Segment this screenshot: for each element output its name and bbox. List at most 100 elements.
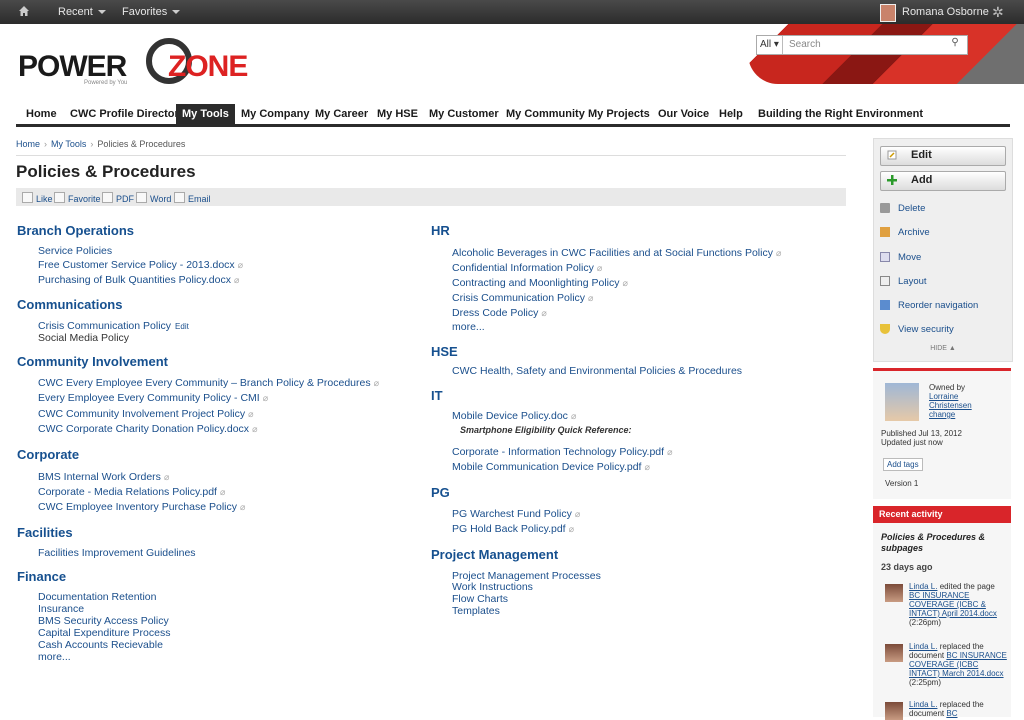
list-item[interactable]: Facilities Improvement Guidelines [38, 547, 196, 559]
list-item[interactable]: Cash Accounts Recievable [38, 639, 163, 651]
edit-link[interactable]: Edit [175, 322, 189, 331]
like-button[interactable]: Like [22, 192, 53, 204]
list-item[interactable]: Corporate - Information Technology Polic… [452, 446, 672, 458]
more-link[interactable]: more... [452, 321, 485, 333]
list-item[interactable]: Dress Code Policy ⌀ [452, 307, 547, 319]
nav-home[interactable]: Home [26, 104, 57, 124]
nav-my-community[interactable]: My Community [506, 104, 585, 124]
view-security-action[interactable]: View security [880, 324, 954, 335]
list-item[interactable]: Capital Expenditure Process [38, 627, 171, 639]
list-item[interactable]: BMS Internal Work Orders ⌀ [38, 471, 169, 483]
edit-button[interactable]: Edit [880, 146, 1006, 166]
list-item[interactable]: Crisis Communication Policy ⌀ [452, 292, 593, 304]
list-item[interactable]: Mobile Communication Device Policy.pdf ⌀ [452, 461, 650, 473]
list-item[interactable]: Free Customer Service Policy - 2013.docx… [38, 259, 243, 271]
list-item[interactable]: Every Employee Every Community Policy - … [38, 392, 268, 404]
section-community-involvement[interactable]: Community Involvement [17, 354, 168, 369]
archive-action[interactable]: Archive [880, 227, 930, 238]
pencil-icon [887, 150, 897, 160]
activity-user-link[interactable]: Linda L. [909, 700, 937, 709]
delete-action[interactable]: Delete [880, 203, 925, 214]
list-item[interactable]: Mobile Device Policy.doc ⌀ [452, 410, 576, 422]
list-item[interactable]: CWC Corporate Charity Donation Policy.do… [38, 423, 257, 435]
list-item[interactable]: Crisis Communication Policy Edit [38, 320, 189, 332]
nav-building-right-environment[interactable]: Building the Right Environment [758, 104, 923, 124]
nav-our-voice[interactable]: Our Voice [658, 104, 709, 124]
section-branch-operations[interactable]: Branch Operations [17, 223, 134, 238]
search-scope-select[interactable]: All ▾ [757, 36, 783, 54]
list-item[interactable]: CWC Community Involvement Project Policy… [38, 408, 254, 420]
list-item[interactable]: Templates [452, 605, 500, 617]
main-nav: Home CWC Profile Directory My Tools My C… [16, 104, 1010, 124]
more-link[interactable]: more... [38, 651, 71, 663]
search-scope-label: All [760, 39, 772, 50]
gear-icon[interactable]: ✲ [992, 4, 1004, 21]
powerzone-logo[interactable]: POWER ZONE Powered by You [18, 38, 248, 88]
list-item[interactable]: PG Warchest Fund Policy ⌀ [452, 508, 580, 520]
section-project-management[interactable]: Project Management [431, 547, 558, 562]
user-avatar[interactable] [880, 4, 896, 22]
list-item[interactable]: Insurance [38, 603, 84, 615]
section-it[interactable]: IT [431, 388, 443, 403]
breadcrumb-my-tools[interactable]: My Tools [51, 139, 86, 149]
search-input[interactable]: Search [789, 39, 821, 50]
user-avatar[interactable] [885, 584, 903, 602]
section-pg[interactable]: PG [431, 485, 450, 500]
add-button[interactable]: Add [880, 171, 1006, 191]
add-tags-button[interactable]: Add tags [883, 458, 923, 471]
list-item[interactable]: Alcoholic Beverages in CWC Facilities an… [452, 247, 781, 259]
favorites-menu[interactable]: Favorites [122, 6, 181, 18]
nav-my-hse[interactable]: My HSE [377, 104, 418, 124]
owner-avatar[interactable] [885, 383, 919, 421]
activity-target-link[interactable]: BC INSURANCE COVERAGE (ICBC & INTACT) Ap… [909, 591, 997, 618]
nav-my-company[interactable]: My Company [241, 104, 309, 124]
list-item[interactable]: Corporate - Media Relations Policy.pdf ⌀ [38, 486, 225, 498]
nav-my-projects[interactable]: My Projects [588, 104, 650, 124]
nav-cwc-profile-directory[interactable]: CWC Profile Directory [70, 104, 185, 124]
hide-panel-toggle[interactable]: HIDE ▲ [874, 345, 1012, 352]
nav-help[interactable]: Help [719, 104, 743, 124]
layout-action[interactable]: Layout [880, 276, 927, 287]
list-item[interactable]: Confidential Information Policy ⌀ [452, 262, 602, 274]
reorder-navigation-action[interactable]: Reorder navigation [880, 300, 978, 311]
user-name[interactable]: Romana Osborne [902, 6, 989, 18]
move-action[interactable]: Move [880, 252, 921, 263]
activity-user-link[interactable]: Linda L. [909, 582, 937, 591]
list-item[interactable]: CWC Employee Inventory Purchase Policy ⌀ [38, 501, 245, 513]
owner-name-link[interactable]: Lorraine Christensen [929, 392, 972, 410]
list-item[interactable]: Documentation Retention [38, 591, 157, 603]
activity-action: edited the page [939, 582, 995, 591]
section-finance[interactable]: Finance [17, 569, 66, 584]
nav-my-career[interactable]: My Career [315, 104, 368, 124]
word-button[interactable]: Word [136, 192, 171, 204]
nav-my-customer[interactable]: My Customer [429, 104, 499, 124]
change-owner-link[interactable]: change [929, 410, 955, 419]
section-corporate[interactable]: Corporate [17, 447, 79, 462]
list-item[interactable]: Work Instructions [452, 581, 533, 593]
user-avatar[interactable] [885, 702, 903, 720]
list-item[interactable]: BMS Security Access Policy [38, 615, 169, 627]
breadcrumb-home[interactable]: Home [16, 139, 40, 149]
link-label: Every Employee Every Community Policy - … [38, 392, 260, 404]
nav-my-tools[interactable]: My Tools [176, 104, 235, 124]
section-facilities[interactable]: Facilities [17, 525, 73, 540]
email-button[interactable]: Email [174, 192, 211, 204]
section-hr[interactable]: HR [431, 223, 450, 238]
recent-menu[interactable]: Recent [58, 6, 106, 18]
section-hse[interactable]: HSE [431, 344, 458, 359]
search-icon[interactable]: ⚲ [947, 37, 963, 51]
list-item[interactable]: Contracting and Moonlighting Policy ⌀ [452, 277, 628, 289]
list-item[interactable]: Purchasing of Bulk Quantities Policy.doc… [38, 274, 239, 286]
envelope-icon [174, 192, 185, 203]
activity-user-link[interactable]: Linda L. [909, 642, 937, 651]
section-communications[interactable]: Communications [17, 297, 122, 312]
favorite-button[interactable]: Favorite [54, 192, 101, 204]
pdf-button[interactable]: PDF [102, 192, 134, 204]
list-item[interactable]: Service Policies [38, 245, 112, 257]
list-item[interactable]: Flow Charts [452, 593, 508, 605]
user-avatar[interactable] [885, 644, 903, 662]
list-item[interactable]: PG Hold Back Policy.pdf ⌀ [452, 523, 574, 535]
list-item[interactable]: CWC Health, Safety and Environmental Pol… [452, 365, 742, 377]
list-item[interactable]: CWC Every Employee Every Community – Bra… [38, 377, 379, 389]
home-icon[interactable] [18, 5, 30, 17]
